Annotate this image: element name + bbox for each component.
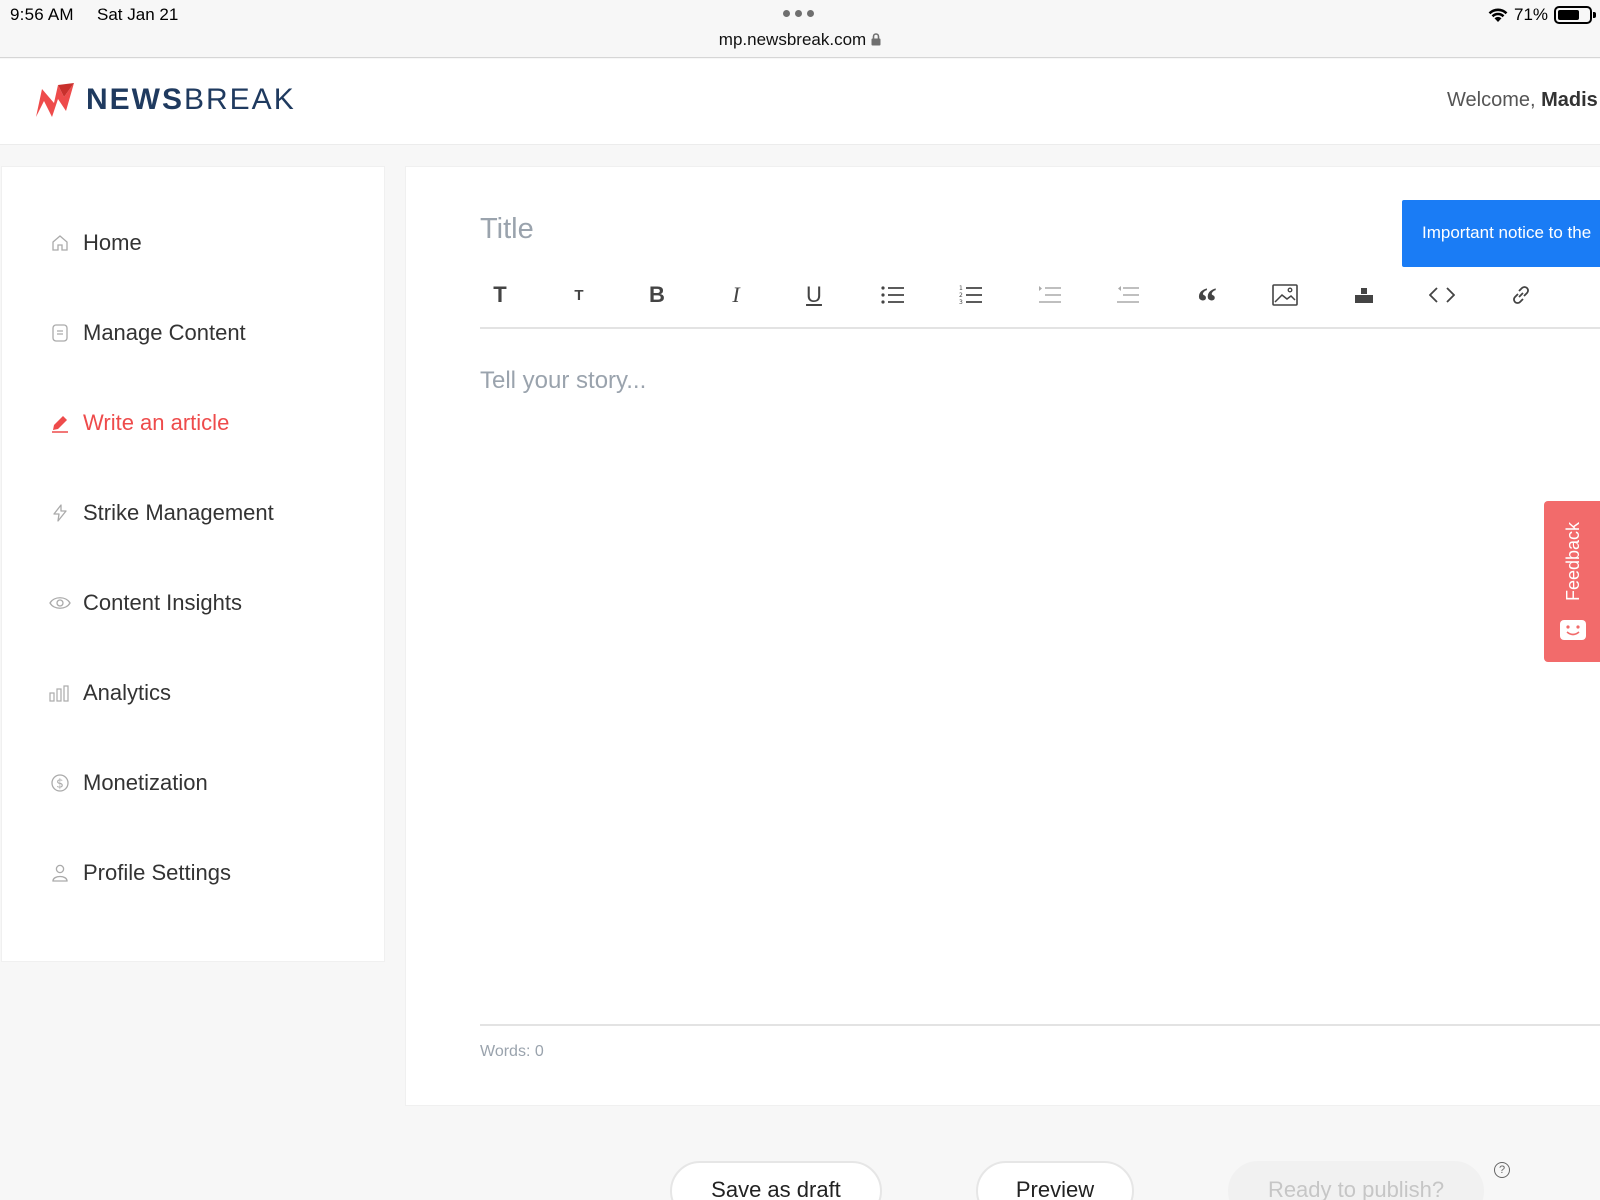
blockquote-button[interactable]: “ xyxy=(1187,275,1227,322)
url-text: mp.newsbreak.com xyxy=(718,30,867,49)
article-editor: Title Important notice to the T T B I U … xyxy=(405,166,1600,1106)
smiley-face-icon xyxy=(1559,619,1587,646)
embed-button[interactable] xyxy=(1344,275,1384,315)
pencil-icon xyxy=(49,412,71,434)
title-input[interactable]: Title xyxy=(480,213,534,246)
bullet-list-button[interactable] xyxy=(873,275,913,315)
numbered-list-icon: 123 xyxy=(959,285,982,306)
battery-icon xyxy=(1554,6,1596,24)
status-time: 9:56 AM xyxy=(10,5,74,24)
word-count: Words: 0 xyxy=(480,1043,544,1060)
code-button[interactable] xyxy=(1422,275,1462,315)
sidebar-item-home[interactable]: Home xyxy=(2,213,386,273)
save-draft-button[interactable]: Save as draft xyxy=(670,1161,882,1200)
lock-icon xyxy=(871,31,881,51)
outdent-icon xyxy=(1117,286,1139,303)
sidebar-item-label: Monetization xyxy=(83,770,208,795)
eye-icon xyxy=(49,592,71,614)
preview-button[interactable]: Preview xyxy=(976,1161,1134,1200)
indent-icon xyxy=(1039,286,1061,303)
sidebar-item-label: Analytics xyxy=(83,680,172,705)
newsbreak-logo-icon xyxy=(36,83,74,117)
sidebar-item-strike-management[interactable]: Strike Management xyxy=(2,483,386,543)
sidebar-item-profile-settings[interactable]: Profile Settings xyxy=(2,843,386,903)
logo-wordmark: NEWSBREAK xyxy=(86,83,296,116)
numbered-list-button[interactable]: 123 xyxy=(951,275,991,315)
sidebar-item-label: Strike Management xyxy=(83,500,274,525)
site-header: NEWSBREAK Welcome, Madis xyxy=(0,59,1600,145)
italic-button[interactable]: I xyxy=(716,275,756,315)
story-body-input[interactable]: Tell your story... xyxy=(480,367,646,395)
lightning-icon xyxy=(49,502,71,524)
sidebar-item-content-insights[interactable]: Content Insights xyxy=(2,573,386,633)
svg-text:3: 3 xyxy=(959,299,963,306)
formatting-toolbar: T T B I U 123 “ xyxy=(480,269,1600,329)
address-bar[interactable]: mp.newsbreak.com xyxy=(0,30,1600,51)
sidebar-item-analytics[interactable]: Analytics xyxy=(2,663,386,723)
welcome-message[interactable]: Welcome, Madis xyxy=(1447,89,1598,112)
newsbreak-logo[interactable]: NEWSBREAK xyxy=(34,81,296,119)
insert-image-button[interactable] xyxy=(1265,275,1305,315)
svg-text:1: 1 xyxy=(959,285,963,292)
outdent-button[interactable] xyxy=(1108,275,1148,315)
underline-button[interactable]: U xyxy=(794,275,834,315)
sidebar-nav: Home Manage Content Write an article Str… xyxy=(1,166,385,962)
user-icon xyxy=(49,862,71,884)
code-icon xyxy=(1429,287,1455,303)
important-notice-banner[interactable]: Important notice to the xyxy=(1402,200,1600,267)
link-icon xyxy=(1513,286,1529,304)
svg-text:$: $ xyxy=(56,777,64,791)
sidebar-item-label: Content Insights xyxy=(83,590,242,615)
image-icon xyxy=(1272,284,1298,306)
welcome-prefix: Welcome, xyxy=(1447,89,1536,111)
sidebar-item-label: Write an article xyxy=(83,410,230,435)
heading-large-button[interactable]: T xyxy=(480,275,520,315)
embed-icon xyxy=(1355,288,1373,303)
publish-button[interactable]: Ready to publish? xyxy=(1228,1161,1484,1200)
bold-button[interactable]: B xyxy=(637,275,677,315)
heading-small-button[interactable]: T xyxy=(559,275,599,315)
sidebar-item-write-article[interactable]: Write an article xyxy=(2,393,386,453)
insert-link-button[interactable] xyxy=(1501,275,1541,315)
bullet-list-icon xyxy=(881,286,904,304)
multitasking-dots-icon[interactable] xyxy=(783,10,814,17)
sidebar-item-manage-content[interactable]: Manage Content xyxy=(2,303,386,363)
help-icon[interactable]: ? xyxy=(1494,1162,1510,1178)
sidebar-item-label: Profile Settings xyxy=(83,860,231,885)
feedback-label: Feedback xyxy=(1563,521,1583,601)
sidebar-item-monetization[interactable]: $ Monetization xyxy=(2,753,386,813)
status-date: Sat Jan 21 xyxy=(97,5,179,24)
user-name: Madis xyxy=(1541,89,1598,111)
divider xyxy=(480,1024,1600,1026)
dollar-icon: $ xyxy=(49,772,71,794)
home-icon xyxy=(49,232,71,254)
wifi-icon xyxy=(1487,6,1509,28)
indent-button[interactable] xyxy=(1030,275,1070,315)
svg-text:2: 2 xyxy=(959,292,963,299)
browser-status-bar: 9:56 AM Sat Jan 21 mp.newsbreak.com 71% xyxy=(0,0,1600,58)
sidebar-item-label: Manage Content xyxy=(83,320,246,345)
feedback-tab[interactable]: Feedback xyxy=(1544,501,1600,662)
document-icon xyxy=(49,322,71,344)
bar-chart-icon xyxy=(49,682,71,704)
battery-percent: 71% xyxy=(1514,5,1549,24)
sidebar-item-label: Home xyxy=(83,230,142,255)
